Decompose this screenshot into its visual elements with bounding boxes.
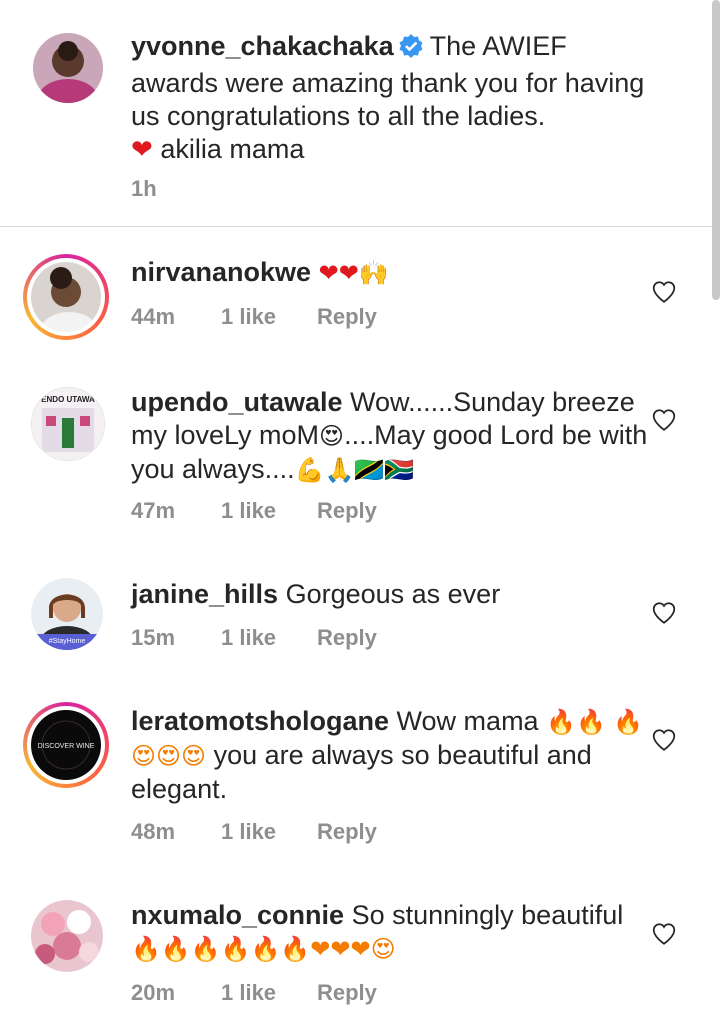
reply-button[interactable]: Reply <box>317 980 377 1006</box>
emoji-group: 🔥🔥🔥🔥🔥🔥❤❤❤😍 <box>131 935 396 963</box>
comment-text: leratomotshologane Wow mama 🔥🔥 🔥😍😍😍 you … <box>131 705 651 806</box>
red-heart-emoji-icon: ❤ <box>131 134 153 164</box>
timestamp: 48m <box>131 819 176 844</box>
heart-outline-icon[interactable] <box>651 600 677 626</box>
emoji-group: 💪🙏🇹🇿🇿🇦 <box>294 456 415 484</box>
reply-button[interactable]: Reply <box>317 304 377 330</box>
comment-text: nirvananokwe ❤❤🙌 <box>131 256 651 290</box>
heart-outline-icon[interactable] <box>651 727 677 753</box>
caption-username[interactable]: yvonne_chakachaka <box>131 31 394 61</box>
avatar[interactable] <box>33 33 103 103</box>
timestamp: 15m <box>131 625 176 650</box>
likes-count[interactable]: 1 like <box>221 819 317 845</box>
reply-button[interactable]: Reply <box>317 819 377 845</box>
timestamp: 1h <box>131 176 157 201</box>
avatar-caption: ENDO UTAWA <box>41 395 95 404</box>
comment-text: nxumalo_connie So stunningly beautiful 🔥… <box>131 899 651 966</box>
avatar[interactable] <box>31 262 101 332</box>
reply-button[interactable]: Reply <box>317 498 377 524</box>
likes-count[interactable]: 1 like <box>221 304 317 330</box>
comment-text: janine_hills Gorgeous as ever <box>131 578 651 611</box>
caption-body-end: akilia mama <box>160 134 305 164</box>
likes-count[interactable]: 1 like <box>221 498 317 524</box>
timestamp: 20m <box>131 980 176 1005</box>
comment-body: Gorgeous as ever <box>285 579 501 609</box>
fire-emoji-icon: 🔥🔥 <box>546 708 606 736</box>
heart-eyes-emoji-icon: 😍 <box>319 422 345 450</box>
avatar[interactable] <box>31 900 103 972</box>
heart-outline-icon[interactable] <box>651 921 677 947</box>
scrollbar[interactable] <box>712 0 720 300</box>
timestamp: 47m <box>131 498 176 523</box>
comment-username[interactable]: nxumalo_connie <box>131 900 344 930</box>
likes-count[interactable]: 1 like <box>221 980 317 1006</box>
comment-username[interactable]: janine_hills <box>131 579 278 609</box>
timestamp: 44m <box>131 304 176 329</box>
comment-username[interactable]: nirvananokwe <box>131 257 311 287</box>
reply-button[interactable]: Reply <box>317 625 377 651</box>
comment-meta: 15m 1 like Reply <box>131 625 377 651</box>
comment-meta: 48m 1 like Reply <box>131 819 377 845</box>
avatar[interactable]: ENDO UTAWA <box>31 387 105 461</box>
avatar-caption: DISCOVER WINE <box>38 743 95 750</box>
comment-text: upendo_utawale Wow......Sunday breeze my… <box>131 386 651 487</box>
caption-text: yvonne_chakachaka The AWIEF awards were a… <box>131 30 651 166</box>
comment-username[interactable]: upendo_utawale <box>131 387 343 417</box>
comment-meta: 47m 1 like Reply <box>131 498 377 524</box>
comment-body: Wow mama <box>396 706 539 736</box>
likes-count[interactable]: 1 like <box>221 625 317 651</box>
comment-username[interactable]: leratomotshologane <box>131 706 389 736</box>
post-caption: yvonne_chakachaka The AWIEF awards were a… <box>0 0 712 227</box>
comment-body: So stunningly beautiful <box>351 900 624 930</box>
avatar[interactable]: DISCOVER WINE <box>31 710 101 780</box>
heart-outline-icon[interactable] <box>651 279 677 305</box>
caption-meta: 1h <box>131 176 221 202</box>
comment-meta: 44m 1 like Reply <box>131 304 377 330</box>
heart-outline-icon[interactable] <box>651 407 677 433</box>
avatar-caption: #StayHome <box>49 638 86 645</box>
avatar[interactable]: #StayHome <box>31 578 103 650</box>
comment-meta: 20m 1 like Reply <box>131 980 377 1006</box>
verified-badge-icon <box>398 33 424 67</box>
emoji-group: ❤❤🙌 <box>318 259 389 287</box>
